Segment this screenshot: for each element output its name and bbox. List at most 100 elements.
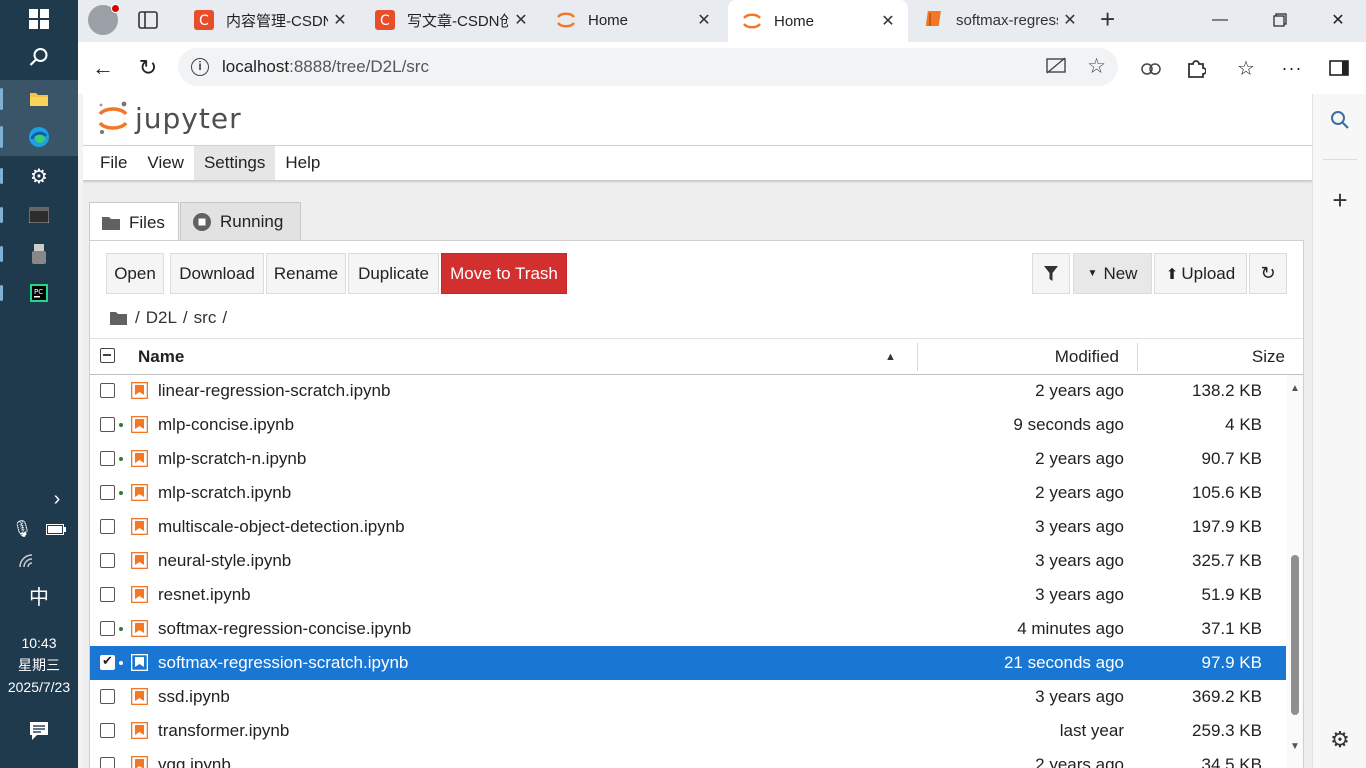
breadcrumb-src[interactable]: src: [194, 308, 217, 328]
notification-center-button[interactable]: [0, 712, 78, 750]
row-checkbox[interactable]: [100, 723, 115, 738]
clock-weekday[interactable]: 星期三: [0, 654, 78, 676]
extension-button[interactable]: [1133, 50, 1169, 86]
file-name[interactable]: neural-style.ipynb: [158, 544, 291, 578]
close-tab-icon[interactable]: ✕: [328, 10, 352, 30]
file-row[interactable]: softmax-regression-concise.ipynb 4 minute…: [90, 612, 1286, 646]
folder-icon[interactable]: [110, 311, 127, 325]
file-name[interactable]: mlp-scratch.ipynb: [158, 476, 291, 510]
close-window-button[interactable]: ✕: [1310, 0, 1366, 40]
sidebar-settings-button[interactable]: ⚙: [1313, 720, 1366, 760]
upload-button[interactable]: ⬆ Upload: [1154, 253, 1247, 294]
restore-button[interactable]: [1252, 0, 1308, 40]
scroll-up-icon[interactable]: ▲: [1290, 383, 1300, 394]
file-row[interactable]: transformer.ipynb last year 259.3 KB: [90, 714, 1286, 748]
vertical-scrollbar[interactable]: ▲ ▼: [1287, 375, 1303, 768]
site-info-icon[interactable]: i: [191, 58, 209, 76]
taskbar-settings[interactable]: ⚙: [0, 157, 78, 195]
refresh-list-button[interactable]: ↻: [1249, 253, 1287, 294]
row-checkbox[interactable]: [100, 757, 115, 768]
minimize-button[interactable]: —: [1192, 0, 1248, 40]
clock-time[interactable]: 10:43: [0, 632, 78, 654]
file-name[interactable]: transformer.ipynb: [158, 714, 289, 748]
tab-running[interactable]: Running: [180, 202, 301, 240]
file-name[interactable]: resnet.ipynb: [158, 578, 251, 612]
file-row[interactable]: mlp-concise.ipynb 9 seconds ago 4 KB: [90, 408, 1286, 442]
row-checkbox[interactable]: [100, 689, 115, 704]
windows-start-button[interactable]: [0, 0, 78, 38]
close-tab-icon[interactable]: ✕: [692, 10, 716, 30]
file-row[interactable]: mlp-scratch-n.ipynb 2 years ago 90.7 KB: [90, 442, 1286, 476]
row-checkbox[interactable]: [100, 485, 115, 500]
row-checkbox[interactable]: [100, 653, 115, 670]
filter-button[interactable]: [1032, 253, 1070, 294]
row-checkbox[interactable]: [100, 417, 115, 432]
profile-avatar[interactable]: [88, 4, 120, 35]
address-bar[interactable]: i localhost:8888/tree/D2L/src ☆: [178, 48, 1118, 86]
file-row[interactable]: mlp-scratch.ipynb 2 years ago 105.6 KB: [90, 476, 1286, 510]
favorites-button[interactable]: ☆: [1228, 50, 1264, 86]
sidebar-search-button[interactable]: [1313, 100, 1366, 140]
breadcrumb-d2l[interactable]: D2L: [146, 308, 177, 328]
download-button[interactable]: Download: [170, 253, 264, 294]
taskbar-edge-browser[interactable]: [0, 118, 78, 156]
sort-ascending-icon[interactable]: ▲: [885, 339, 896, 375]
duplicate-button[interactable]: Duplicate: [348, 253, 439, 294]
column-size[interactable]: Size: [1137, 339, 1285, 375]
refresh-button[interactable]: ↻: [130, 50, 166, 86]
taskbar-app[interactable]: [0, 235, 78, 273]
rename-button[interactable]: Rename: [266, 253, 346, 294]
menu-help[interactable]: Help: [275, 146, 330, 180]
browser-tab-5[interactable]: softmax-regress ✕: [910, 0, 1090, 40]
sidebar-toggle-button[interactable]: [1321, 50, 1357, 86]
browser-tab-4-active[interactable]: Home ✕: [728, 0, 908, 42]
sidebar-add-button[interactable]: +: [1313, 180, 1366, 220]
row-checkbox[interactable]: [100, 587, 115, 602]
favorite-star-icon[interactable]: ☆: [1087, 54, 1106, 79]
row-checkbox[interactable]: [100, 451, 115, 466]
browser-tab-2[interactable]: C 写文章-CSDN创 ✕: [361, 0, 541, 40]
ime-indicator[interactable]: 中: [0, 576, 78, 614]
row-checkbox[interactable]: [100, 553, 115, 568]
scrollbar-thumb[interactable]: [1291, 555, 1299, 715]
file-name[interactable]: softmax-regression-scratch.ipynb: [158, 646, 408, 680]
column-modified[interactable]: Modified: [917, 339, 1119, 375]
move-to-trash-button[interactable]: Move to Trash: [441, 253, 567, 294]
tab-files[interactable]: Files: [89, 202, 179, 242]
menu-file[interactable]: File: [83, 146, 137, 180]
jupyter-logo[interactable]: jupyter: [97, 100, 242, 136]
browser-tab-1[interactable]: C 内容管理-CSDN ✕: [180, 0, 360, 40]
file-row[interactable]: neural-style.ipynb 3 years ago 325.7 KB: [90, 544, 1286, 578]
taskbar-file-explorer[interactable]: [0, 80, 78, 118]
file-name[interactable]: linear-regression-scratch.ipynb: [158, 375, 390, 408]
column-name[interactable]: Name: [138, 339, 184, 375]
file-row[interactable]: vgg.ipynb 2 years ago 34.5 KB: [90, 748, 1286, 768]
file-name[interactable]: softmax-regression-concise.ipynb: [158, 612, 411, 646]
new-tab-button[interactable]: +: [1100, 6, 1115, 32]
row-checkbox[interactable]: [100, 621, 115, 636]
scroll-down-icon[interactable]: ▼: [1290, 741, 1300, 752]
taskbar-pycharm[interactable]: PC: [0, 274, 78, 312]
clock-date[interactable]: 2025/7/23: [0, 676, 78, 698]
file-name[interactable]: multiscale-object-detection.ipynb: [158, 510, 405, 544]
app-available-icon[interactable]: [1046, 57, 1066, 80]
file-row[interactable]: linear-regression-scratch.ipynb 2 years a…: [90, 375, 1286, 408]
select-all-checkbox[interactable]: [100, 348, 115, 363]
network-button[interactable]: [0, 542, 78, 580]
file-name[interactable]: vgg.ipynb: [158, 748, 231, 768]
menu-settings[interactable]: Settings: [193, 146, 276, 180]
row-checkbox[interactable]: [100, 383, 115, 398]
file-name[interactable]: mlp-concise.ipynb: [158, 408, 294, 442]
file-row[interactable]: resnet.ipynb 3 years ago 51.9 KB: [90, 578, 1286, 612]
file-name[interactable]: ssd.ipynb: [158, 680, 230, 714]
menu-view[interactable]: View: [137, 146, 194, 180]
back-button[interactable]: ←: [85, 50, 121, 86]
tab-actions-button[interactable]: [138, 10, 158, 35]
close-tab-icon[interactable]: ✕: [509, 10, 533, 30]
row-checkbox[interactable]: [100, 519, 115, 534]
new-dropdown-button[interactable]: ▼ New: [1073, 253, 1152, 294]
file-row[interactable]: multiscale-object-detection.ipynb 3 years…: [90, 510, 1286, 544]
file-row[interactable]: ssd.ipynb 3 years ago 369.2 KB: [90, 680, 1286, 714]
url-text[interactable]: localhost:8888/tree/D2L/src: [222, 57, 429, 77]
taskbar-search-button[interactable]: [0, 38, 78, 76]
